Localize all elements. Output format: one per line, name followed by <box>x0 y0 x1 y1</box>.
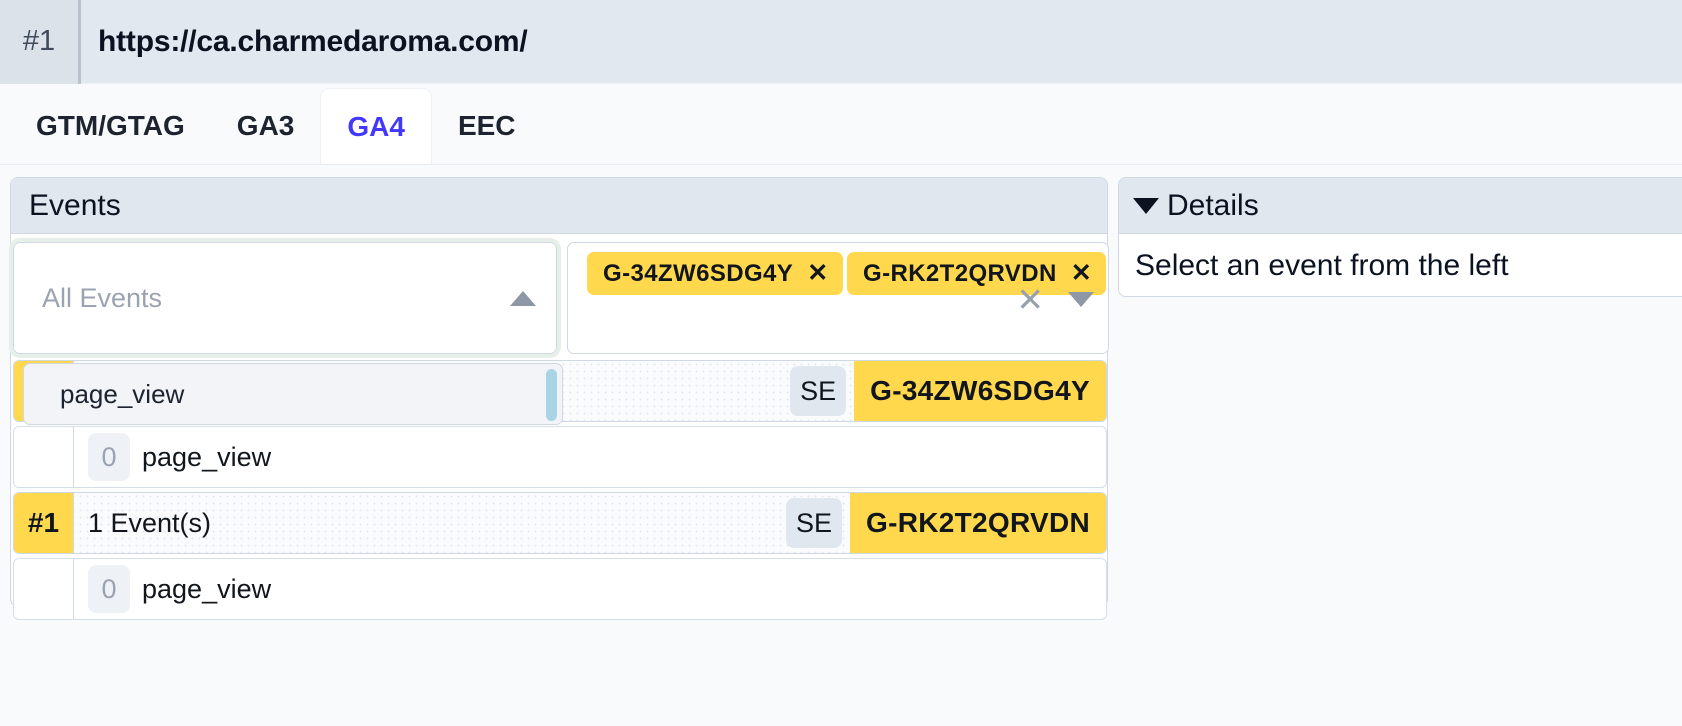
dropdown-scrollbar[interactable] <box>546 369 557 421</box>
row-measurement-id-tag: G-RK2T2QRVDN <box>849 493 1106 553</box>
caret-up-icon[interactable] <box>510 290 536 306</box>
app-root: #1 https://ca.charmedaroma.com/ GTM/GTAG… <box>0 0 1682 726</box>
row-scope-badge: SE <box>785 498 842 548</box>
url-text: https://ca.charmedaroma.com/ <box>98 24 528 58</box>
measurement-id-chip[interactable]: G-34ZW6SDG4Y ✕ <box>587 252 843 295</box>
row-index-badge <box>14 559 74 619</box>
details-panel-title: Details <box>1167 188 1259 222</box>
tab-eec[interactable]: EEC <box>432 88 542 164</box>
event-filter-placeholder: All Events <box>42 282 163 313</box>
row-index-badge: #1 <box>14 493 74 553</box>
row-count-badge: 0 <box>88 565 130 613</box>
details-empty-text: Select an event from the left <box>1119 234 1682 296</box>
details-panel-header[interactable]: Details <box>1119 178 1682 234</box>
table-row[interactable]: #1 1 Event(s) SE G-RK2T2QRVDN <box>13 492 1107 554</box>
event-filter-option-page-view[interactable]: page_view <box>23 363 563 425</box>
main-content: Events All Events G-34ZW6SDG4Y ✕ G-RK2T2… <box>0 165 1682 726</box>
tab-ga4[interactable]: GA4 <box>320 88 432 164</box>
row-event-name: page_view <box>142 573 272 604</box>
url-bar: #1 https://ca.charmedaroma.com/ <box>0 0 1682 84</box>
caret-down-icon[interactable] <box>1133 197 1159 214</box>
events-panel-title: Events <box>11 178 1107 234</box>
row-event-name: page_view <box>142 441 272 472</box>
table-row[interactable]: 0 page_view <box>13 558 1107 620</box>
details-panel: Details Select an event from the left <box>1118 177 1682 297</box>
row-measurement-id-tag: G-34ZW6SDG4Y <box>854 361 1106 421</box>
clear-all-icon[interactable]: ✕ <box>1016 283 1044 316</box>
events-filters: All Events G-34ZW6SDG4Y ✕ G-RK2T2QRVDN ✕… <box>9 234 1109 358</box>
option-label: page_view <box>60 378 185 409</box>
events-panel: Events All Events G-34ZW6SDG4Y ✕ G-RK2T2… <box>9 177 1109 620</box>
chip-remove-icon[interactable]: ✕ <box>807 261 828 286</box>
row-index-badge <box>14 427 74 487</box>
tab-gtm-gtag[interactable]: GTM/GTAG <box>10 88 211 164</box>
tab-ga3[interactable]: GA3 <box>211 88 321 164</box>
caret-down-icon[interactable] <box>1068 291 1094 307</box>
row-label-wrap: 0 page_view <box>74 427 1106 487</box>
row-count-badge: 0 <box>88 433 130 481</box>
multiselect-actions: ✕ <box>1016 243 1094 355</box>
request-index-badge: #1 <box>0 0 78 84</box>
measurement-id-multiselect[interactable]: G-34ZW6SDG4Y ✕ G-RK2T2QRVDN ✕ ✕ <box>567 242 1109 354</box>
tab-bar: GTM/GTAG GA3 GA4 EEC <box>0 84 1682 165</box>
table-row[interactable]: 0 page_view <box>13 426 1107 488</box>
chip-label: G-34ZW6SDG4Y <box>603 259 794 287</box>
event-filter-combobox[interactable]: All Events <box>9 238 561 358</box>
row-label-wrap: 0 page_view <box>74 559 1106 619</box>
row-label: 1 Event(s) <box>88 507 212 538</box>
row-scope-badge: SE <box>790 366 847 416</box>
